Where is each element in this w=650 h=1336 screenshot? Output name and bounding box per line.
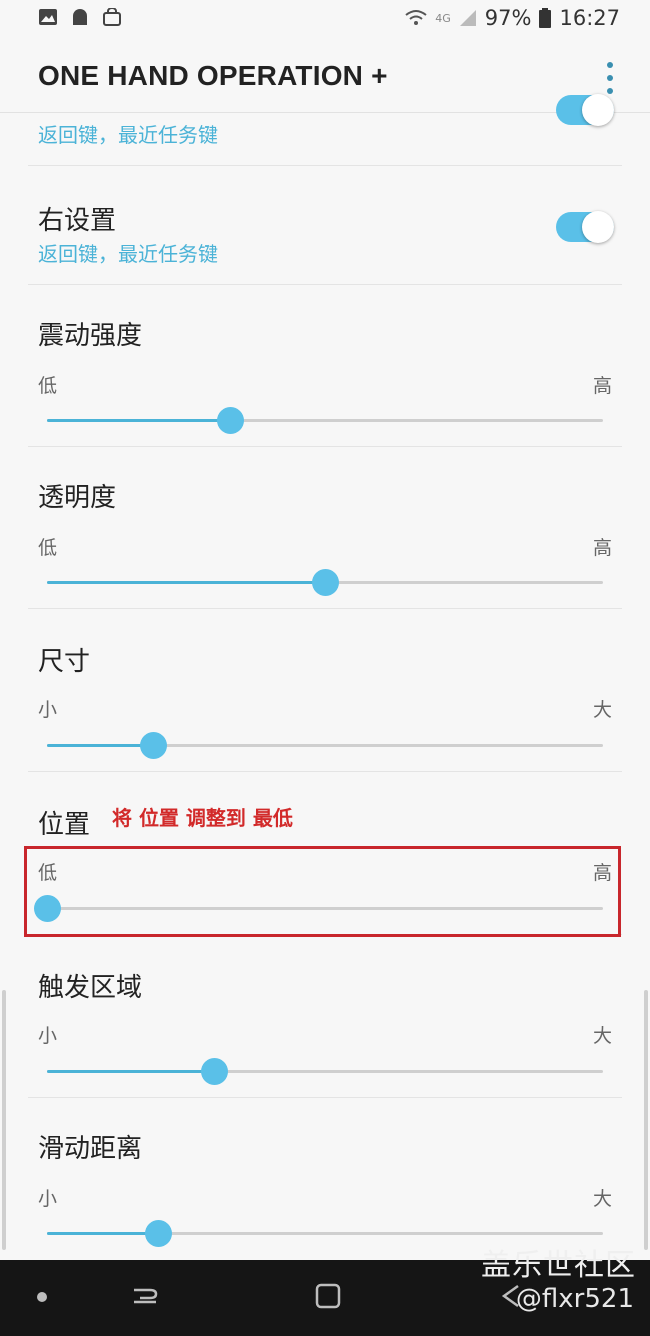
more-options-icon[interactable] <box>604 62 616 94</box>
vibration-slider[interactable] <box>47 407 603 434</box>
transparency-high-label: 高 <box>592 537 612 559</box>
page-title: ONE HAND OPERATION + <box>38 60 388 91</box>
left-setting-row[interactable]: 返回键，最近任务键 <box>28 94 622 166</box>
size-slider-thumb[interactable] <box>139 732 167 759</box>
network-type: 4G <box>435 11 451 25</box>
right-setting-title: 右设置 <box>38 206 117 236</box>
scroll-indicator-right[interactable] <box>644 990 648 1250</box>
size-high-label: 大 <box>592 699 612 721</box>
status-bar: 4G 97% 16:27 <box>0 0 650 40</box>
notification-icons <box>38 8 122 26</box>
clock: 16:27 <box>559 6 620 30</box>
swipe-distance-row: 滑动距离 小 大 <box>28 1098 622 1258</box>
swipe-distance-slider[interactable] <box>47 1220 603 1247</box>
position-title: 位置 <box>38 810 91 840</box>
watermark-forum: 盖乐世社区 <box>481 1248 636 1283</box>
image-icon <box>39 9 57 25</box>
vibration-high-label: 高 <box>592 375 612 397</box>
trigger-area-low-label: 小 <box>38 1025 58 1047</box>
system-status: 4G 97% 16:27 <box>405 6 620 30</box>
size-title: 尺寸 <box>38 647 91 677</box>
trigger-area-title: 触发区域 <box>38 973 143 1003</box>
android-icon <box>73 9 87 25</box>
transparency-row: 透明度 低 高 <box>28 447 622 609</box>
vibration-low-label: 低 <box>38 375 58 397</box>
vibration-slider-thumb[interactable] <box>217 407 245 434</box>
trigger-area-row: 触发区域 小 大 <box>28 935 622 1098</box>
transparency-slider[interactable] <box>47 569 603 596</box>
app-bar: ONE HAND OPERATION + <box>0 40 650 113</box>
swipe-distance-low-label: 小 <box>38 1188 58 1210</box>
annotation-highlight-box <box>24 846 621 937</box>
nav-hide-dot[interactable] <box>37 1292 47 1302</box>
shopping-bag-icon <box>103 8 121 26</box>
swipe-distance-high-label: 大 <box>592 1188 612 1210</box>
scroll-indicator-left <box>2 990 6 1250</box>
transparency-title: 透明度 <box>38 483 117 513</box>
watermark-user: @flxr521 <box>515 1284 634 1314</box>
right-setting-subtitle: 返回键，最近任务键 <box>38 242 218 266</box>
right-setting-row[interactable]: 右设置 返回键，最近任务键 <box>28 166 622 285</box>
trigger-area-high-label: 大 <box>592 1025 612 1047</box>
battery-percent: 97% <box>484 6 532 30</box>
right-setting-toggle[interactable] <box>556 211 614 243</box>
signal-icon <box>459 10 476 26</box>
transparency-low-label: 低 <box>38 537 58 559</box>
position-annotation: 将 位置 调整到 最低 <box>112 806 293 830</box>
swipe-distance-slider-thumb[interactable] <box>145 1220 173 1247</box>
left-setting-subtitle: 返回键，最近任务键 <box>38 123 218 147</box>
trigger-area-slider-thumb[interactable] <box>200 1058 228 1085</box>
transparency-slider-thumb[interactable] <box>312 569 339 596</box>
vibration-row: 震动强度 低 高 <box>28 285 622 447</box>
size-row: 尺寸 小 大 <box>28 609 622 772</box>
recent-apps-icon[interactable] <box>130 1280 160 1310</box>
swipe-distance-title: 滑动距离 <box>38 1134 143 1164</box>
trigger-area-slider[interactable] <box>47 1058 603 1085</box>
wifi-icon <box>405 10 427 25</box>
vibration-title: 震动强度 <box>38 321 143 351</box>
battery-icon <box>539 8 552 28</box>
left-setting-toggle[interactable] <box>556 94 614 126</box>
size-low-label: 小 <box>38 699 58 721</box>
home-icon[interactable] <box>314 1282 342 1310</box>
size-slider[interactable] <box>47 732 603 759</box>
